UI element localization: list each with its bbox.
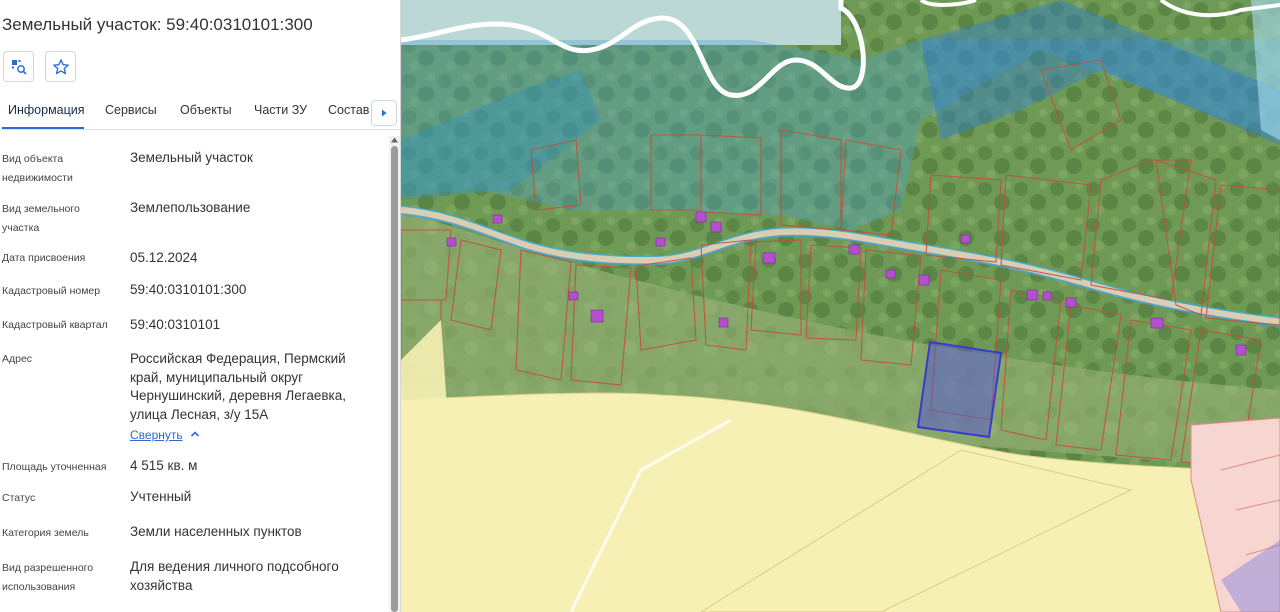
property-label-land-type: Вид земельного участка — [2, 203, 80, 234]
favorite-button[interactable] — [45, 51, 76, 82]
info-panel: Земельный участок: 59:40:0310101:300 Инф… — [0, 0, 401, 612]
property-value-object-type: Земельный участок — [130, 150, 253, 165]
tab-composition[interactable]: Состав — [328, 103, 369, 117]
property-value-land-type: Землепользование — [130, 200, 251, 215]
property-value-area: 4 515 кв. м — [130, 458, 198, 473]
selected-parcel[interactable] — [916, 340, 1003, 439]
property-label-cadastral-number: Кадастровый номер — [2, 285, 101, 297]
active-tab-indicator — [2, 127, 84, 129]
property-value-status: Учтенный — [130, 489, 192, 504]
property-label-cadastral-quarter: Кадастровый квартал — [2, 319, 108, 331]
property-value-address: Российская Федерация, Пермский край, мун… — [130, 351, 347, 422]
property-label-status: Статус — [2, 492, 36, 504]
property-value-permitted-use: Для ведения личного подсобного хозяйства — [130, 559, 339, 593]
property-label-land-category: Категория земель — [2, 527, 89, 539]
property-value-cadastral-quarter: 59:40:0310101 — [130, 317, 221, 332]
map-view[interactable] — [401, 0, 1280, 612]
property-label-area: Площадь уточненная — [2, 461, 107, 473]
page-title: Земельный участок: 59:40:0310101:300 — [2, 15, 313, 34]
star-icon — [52, 58, 69, 74]
locate-on-map-button[interactable] — [3, 51, 34, 82]
property-label-permitted-use: Вид разрешенного использования — [2, 562, 94, 593]
property-value-assignment-date: 05.12.2024 — [130, 250, 198, 265]
property-label-object-type: Вид объекта недвижимости — [2, 153, 73, 184]
collapse-address-link[interactable]: Свернуть — [130, 428, 183, 442]
tab-info[interactable]: Информация — [8, 103, 85, 117]
tab-parcel-parts[interactable]: Части ЗУ — [254, 103, 307, 117]
scrollbar-thumb[interactable] — [391, 146, 398, 612]
chevron-up-icon[interactable] — [190, 429, 200, 439]
tabs-next-button[interactable] — [371, 100, 397, 126]
tab-services[interactable]: Сервисы — [105, 103, 157, 117]
property-value-land-category: Земли населенных пунктов — [130, 524, 302, 539]
property-label-address: Адрес — [2, 353, 33, 365]
locate-on-map-icon — [11, 59, 27, 75]
property-label-assignment-date: Дата присвоения — [2, 252, 86, 264]
property-value-cadastral-number: 59:40:0310101:300 — [130, 282, 247, 297]
map-canvas[interactable] — [401, 0, 1280, 612]
tab-bar: Информация Сервисы Объекты Части ЗУ Сост… — [0, 96, 400, 130]
tab-objects[interactable]: Объекты — [180, 103, 232, 117]
chevron-right-icon — [382, 109, 387, 117]
scroll-up-arrow-icon[interactable] — [390, 136, 399, 144]
